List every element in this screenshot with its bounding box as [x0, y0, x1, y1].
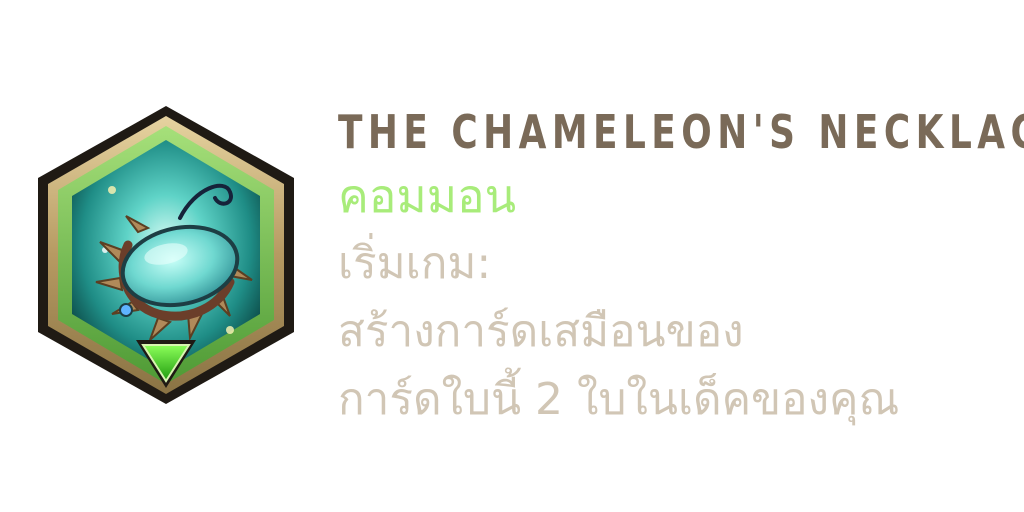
card-name: THE CHAMELEON'S NECKLACE: [338, 105, 1024, 159]
card-rarity: คอมมอน: [338, 169, 517, 223]
description-line: สร้างการ์ดเสมือนของ: [338, 306, 744, 357]
description-line: การ์ดใบนี้ 2 ใบในเด็คของคุณ: [338, 374, 900, 425]
card-description: เริ่มเกม: สร้างการ์ดเสมือนของ การ์ดใบนี้…: [338, 230, 1018, 434]
chameleon-necklace-icon: [30, 100, 302, 410]
description-line: เริ่มเกม:: [338, 238, 492, 289]
card-info: THE CHAMELEON'S NECKLACE คอมมอน เริ่มเกม…: [338, 100, 1024, 434]
card-tooltip: THE CHAMELEON'S NECKLACE คอมมอน เริ่มเกม…: [0, 0, 1024, 512]
